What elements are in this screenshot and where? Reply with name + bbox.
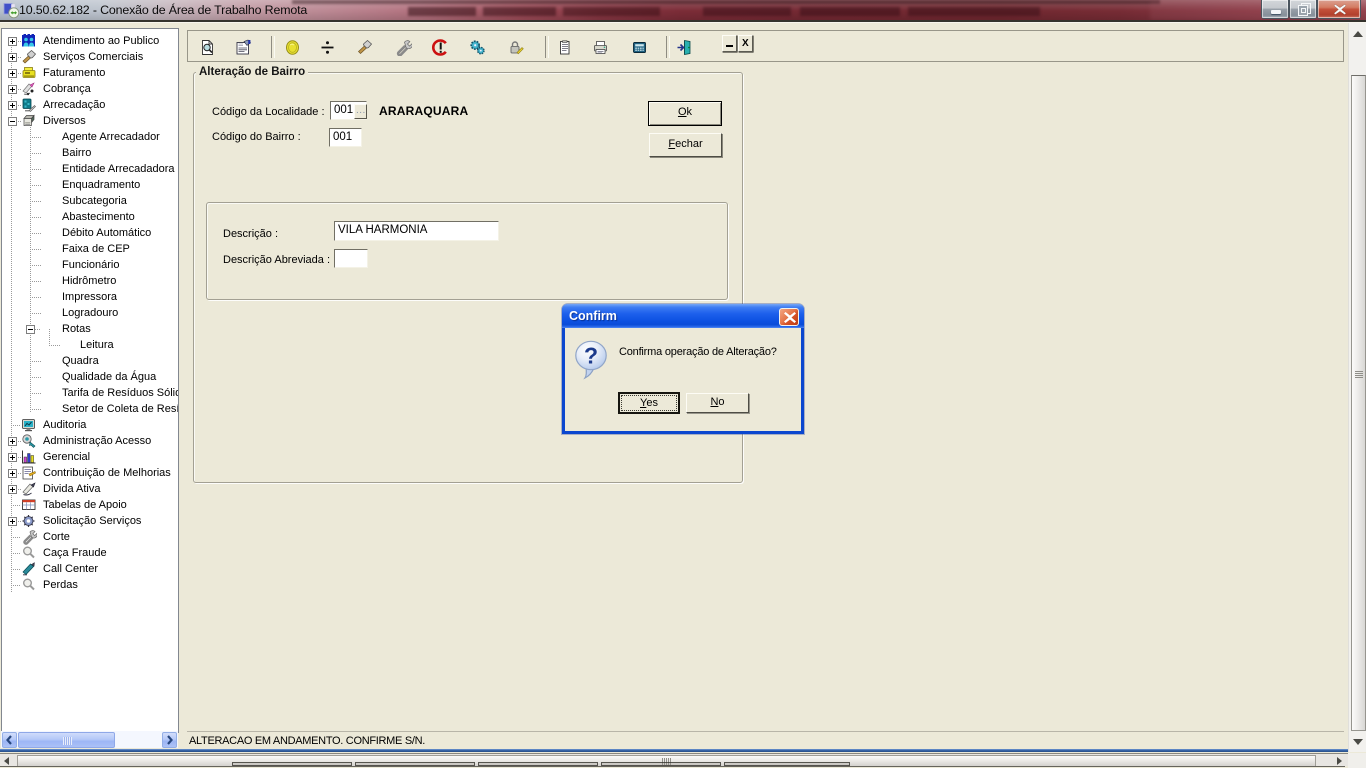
svg-text:?: ? — [584, 343, 598, 369]
